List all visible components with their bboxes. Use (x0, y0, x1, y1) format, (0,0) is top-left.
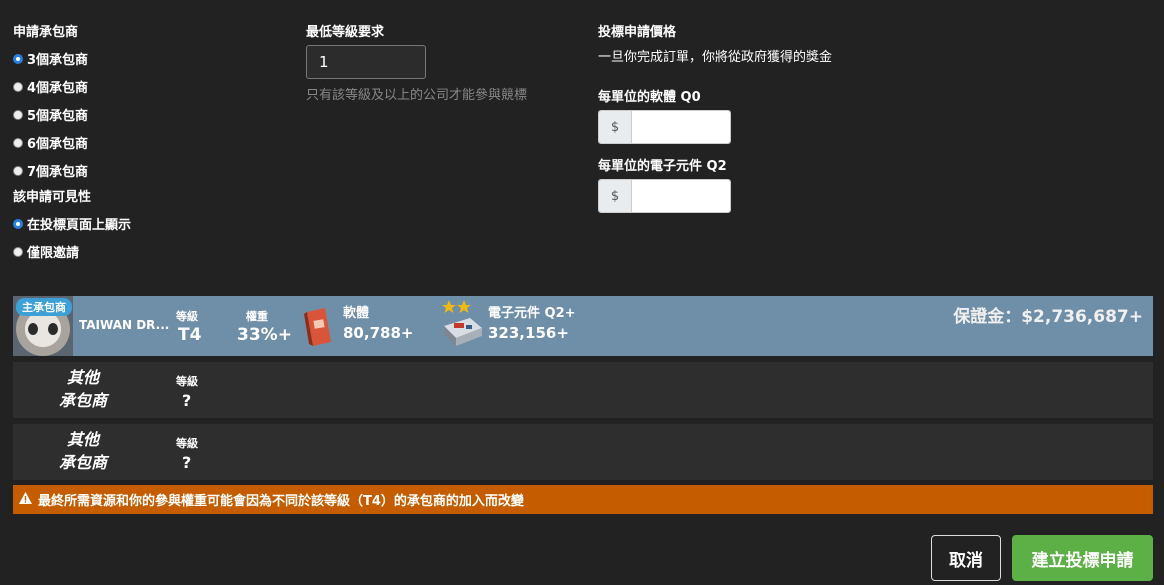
radio-contractors-5[interactable]: 5個承包商 (13, 105, 88, 124)
radio-label: 僅限邀請 (27, 246, 80, 261)
electronics-price-label: 每單位的電子元件 Q2 (598, 159, 727, 174)
software-price-input-group[interactable]: $ (598, 110, 731, 144)
warning-text: 最終所需資源和你的參與權重可能會因為不同於該等級（T4）的承包商的加入而改變 (38, 494, 524, 509)
electronics-price-input[interactable] (632, 180, 730, 212)
electronics-icon (442, 314, 484, 352)
radio-unchecked-icon[interactable] (13, 246, 23, 257)
radio-contractors-6[interactable]: 6個承包商 (13, 133, 88, 152)
electronics-price-input-group[interactable]: $ (598, 179, 731, 213)
electronics-value: 323,156+ (488, 324, 569, 342)
create-bid-button[interactable]: 建立投標申請 (1012, 535, 1153, 581)
radio-unchecked-icon[interactable] (13, 137, 23, 148)
software-price-label: 每單位的軟體 Q0 (598, 90, 701, 105)
level-value: ? (182, 453, 192, 472)
company-name[interactable]: TAIWAN DR... (79, 318, 169, 332)
level-value: ? (182, 391, 192, 410)
currency-prefix: $ (599, 111, 632, 143)
warning-bar: 最終所需資源和你的參與權重可能會因為不同於該等級（T4）的承包商的加入而改變 (13, 485, 1153, 514)
software-box-icon (303, 306, 333, 350)
software-label: 軟體 (343, 306, 370, 321)
min-level-heading: 最低等級要求 (306, 25, 385, 40)
other-contractor-title-line2: 承包商 (58, 453, 107, 472)
contractors-heading: 申請承包商 (13, 25, 79, 40)
radio-label: 4個承包商 (27, 81, 89, 96)
weight-value: 33%+ (237, 325, 292, 345)
currency-prefix: $ (599, 180, 632, 212)
software-value: 80,788+ (343, 324, 414, 342)
radio-unchecked-icon[interactable] (13, 165, 23, 176)
other-contractor-title: 其他 承包商 (13, 366, 153, 412)
electronics-label: 電子元件 Q2+ (488, 306, 576, 321)
radio-checked-icon[interactable] (13, 53, 23, 64)
min-level-input[interactable]: 1 (306, 45, 426, 79)
radio-contractors-7[interactable]: 7個承包商 (13, 161, 88, 180)
radio-visibility-public[interactable]: 在投標頁面上顯示 (13, 214, 131, 233)
level-value: T4 (178, 325, 202, 345)
radio-label: 3個承包商 (27, 53, 89, 68)
cancel-button[interactable]: 取消 (931, 535, 1001, 581)
other-contractor-title-line1: 其他 (66, 430, 99, 449)
radio-label: 7個承包商 (27, 165, 89, 180)
deposit-amount: 保證金：$2,736,687+ (953, 307, 1143, 327)
radio-contractors-3[interactable]: 3個承包商 (13, 49, 88, 68)
level-label: 等級 (176, 375, 198, 388)
radio-checked-icon[interactable] (13, 218, 23, 229)
other-contractor-row: 其他 承包商 等級 ? (13, 424, 1153, 480)
main-contractor-row: 主承包商 TAIWAN DR... 等級 T4 權重 33%+ 軟體 80,78… (13, 296, 1153, 356)
bid-price-description: 一旦你完成訂單，你將從政府獲得的獎金 (598, 50, 833, 65)
bid-price-heading: 投標申請價格 (598, 25, 677, 40)
radio-label: 6個承包商 (27, 137, 89, 152)
level-label: 等級 (176, 437, 198, 450)
other-contractor-row: 其他 承包商 等級 ? (13, 362, 1153, 418)
warning-icon (19, 491, 32, 508)
visibility-heading: 該申請可見性 (13, 190, 92, 205)
radio-contractors-4[interactable]: 4個承包商 (13, 77, 88, 96)
radio-unchecked-icon[interactable] (13, 109, 23, 120)
other-contractor-title-line2: 承包商 (58, 391, 107, 410)
radio-label: 在投標頁面上顯示 (27, 218, 132, 233)
min-level-hint: 只有該等級及以上的公司才能參與競標 (306, 88, 528, 103)
software-price-input[interactable] (632, 111, 730, 143)
radio-visibility-invite[interactable]: 僅限邀請 (13, 242, 79, 261)
radio-unchecked-icon[interactable] (13, 81, 23, 92)
level-label: 等級 (176, 310, 198, 323)
radio-label: 5個承包商 (27, 109, 89, 124)
main-contractor-badge: 主承包商 (16, 298, 72, 316)
weight-label: 權重 (246, 310, 268, 323)
other-contractor-title: 其他 承包商 (13, 428, 153, 474)
other-contractor-title-line1: 其他 (66, 368, 99, 387)
